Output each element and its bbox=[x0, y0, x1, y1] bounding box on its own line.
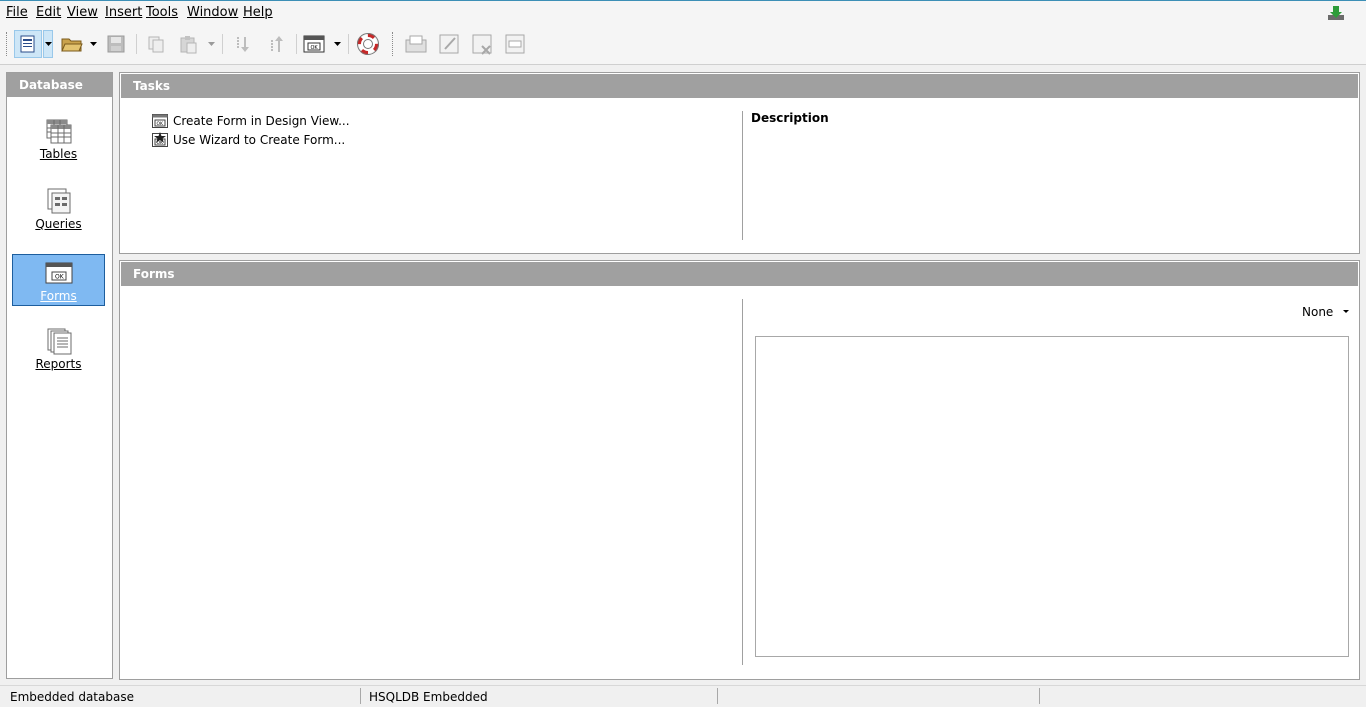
database-panel: Database Tables Queries OK Forms Reports bbox=[6, 72, 113, 679]
tasks-divider bbox=[742, 111, 743, 240]
toolbar-grip[interactable] bbox=[6, 32, 9, 56]
copy-icon bbox=[148, 36, 164, 53]
rename-object-button[interactable] bbox=[501, 30, 529, 58]
status-separator bbox=[1039, 688, 1040, 704]
tables-icon bbox=[46, 119, 71, 144]
forms-icon: OK bbox=[45, 262, 72, 284]
paste-button[interactable] bbox=[174, 30, 202, 58]
forms-panel: Forms None bbox=[119, 260, 1360, 680]
queries-icon bbox=[47, 188, 70, 214]
nav-label-tables: Tables bbox=[39, 147, 78, 161]
paste-icon bbox=[180, 36, 197, 54]
menu-help[interactable]: Help bbox=[243, 6, 273, 20]
sort-ascending-icon bbox=[237, 37, 249, 52]
delete-object-button[interactable] bbox=[468, 30, 496, 58]
delete-object-icon bbox=[472, 34, 492, 55]
forms-header: Forms bbox=[121, 262, 1358, 286]
menu-view-label: View bbox=[67, 5, 98, 20]
menu-insert-label: Insert bbox=[105, 5, 143, 20]
status-bar: Embedded database HSQLDB Embedded bbox=[0, 685, 1366, 707]
nav-item-forms[interactable]: OK Forms bbox=[12, 254, 105, 306]
nav-label-forms: Forms bbox=[40, 289, 77, 303]
forms-list[interactable] bbox=[130, 299, 730, 665]
svg-text:OK: OK bbox=[311, 45, 319, 51]
preview-mode-label: None bbox=[1302, 305, 1334, 319]
open-dropdown[interactable] bbox=[88, 30, 98, 58]
form-wizard-icon: OK bbox=[152, 132, 168, 147]
form-icon: OK bbox=[303, 35, 325, 53]
toolbar-grip[interactable] bbox=[392, 32, 395, 56]
new-document-button[interactable] bbox=[14, 30, 42, 58]
toolbar-separator bbox=[222, 34, 223, 54]
menu-bar: File Edit View Insert Tools Window Help bbox=[0, 1, 1366, 24]
form-design-icon: OK bbox=[152, 114, 168, 128]
task-use-wizard-label: Use Wizard to Create Form... bbox=[173, 133, 346, 147]
reports-icon bbox=[47, 328, 71, 355]
task-use-wizard[interactable]: OK Use Wizard to Create Form... bbox=[152, 131, 345, 149]
menu-help-label: Help bbox=[243, 5, 273, 20]
open-button[interactable] bbox=[58, 30, 86, 58]
dropdown-arrow-icon bbox=[333, 42, 341, 46]
new-document-icon bbox=[20, 35, 35, 53]
nav-item-queries[interactable]: Queries bbox=[12, 183, 105, 235]
save-button[interactable] bbox=[102, 30, 130, 58]
tasks-panel: Tasks OK Create Form in Design View... O… bbox=[119, 72, 1360, 254]
svg-text:OK: OK bbox=[55, 274, 65, 281]
sort-ascending-button[interactable] bbox=[228, 30, 256, 58]
open-object-icon bbox=[405, 35, 427, 53]
dropdown-arrow-icon bbox=[207, 42, 215, 46]
toolbar-separator bbox=[348, 34, 349, 54]
tasks-header: Tasks bbox=[121, 74, 1358, 98]
toolbar-separator bbox=[296, 34, 297, 54]
rename-object-icon bbox=[505, 34, 525, 54]
nav-label-queries: Queries bbox=[35, 217, 82, 231]
menu-window-label: Window bbox=[187, 5, 239, 20]
task-create-form-design-view-label: Create Form in Design View... bbox=[173, 114, 350, 128]
task-create-form-design-view[interactable]: OK Create Form in Design View... bbox=[152, 112, 350, 130]
menu-edit-label: Edit bbox=[36, 5, 62, 20]
menu-tools[interactable]: Tools bbox=[146, 6, 178, 20]
description-title: Description bbox=[751, 111, 829, 125]
help-button[interactable] bbox=[354, 30, 382, 58]
menu-window[interactable]: Window bbox=[187, 6, 238, 20]
save-icon bbox=[107, 35, 125, 53]
toolbar-separator bbox=[136, 34, 137, 54]
standard-toolbar: OK bbox=[0, 24, 1366, 65]
edit-object-button[interactable] bbox=[435, 30, 463, 58]
open-folder-icon bbox=[61, 38, 83, 52]
dropdown-arrow-icon bbox=[89, 42, 97, 46]
sort-descending-button[interactable] bbox=[262, 30, 290, 58]
preview-mode-dropdown[interactable]: None bbox=[1302, 305, 1353, 319]
svg-text:OK: OK bbox=[157, 121, 165, 127]
status-database-engine: HSQLDB Embedded bbox=[369, 690, 488, 704]
open-object-button[interactable] bbox=[402, 30, 430, 58]
preview-area bbox=[755, 336, 1349, 657]
menu-file[interactable]: File bbox=[6, 6, 28, 20]
status-database-type: Embedded database bbox=[10, 690, 134, 704]
menu-edit[interactable]: Edit bbox=[36, 6, 61, 20]
forms-divider bbox=[742, 299, 743, 665]
menu-tools-label: Tools bbox=[146, 5, 179, 20]
help-lifebuoy-icon bbox=[357, 33, 379, 55]
dropdown-arrow-icon bbox=[44, 42, 52, 46]
menu-view[interactable]: View bbox=[67, 6, 98, 20]
copy-button[interactable] bbox=[142, 30, 170, 58]
form-button[interactable]: OK bbox=[300, 30, 328, 58]
database-panel-header: Database bbox=[7, 73, 112, 97]
nav-item-reports[interactable]: Reports bbox=[12, 323, 105, 375]
new-document-dropdown[interactable] bbox=[43, 30, 53, 58]
menu-file-label: File bbox=[6, 5, 28, 20]
status-separator bbox=[717, 688, 718, 704]
nav-label-reports: Reports bbox=[35, 357, 82, 371]
nav-item-tables[interactable]: Tables bbox=[12, 113, 105, 165]
sort-descending-icon bbox=[271, 36, 283, 52]
chevron-down-icon bbox=[1343, 310, 1350, 313]
status-separator bbox=[360, 688, 361, 704]
paste-dropdown[interactable] bbox=[206, 30, 216, 58]
edit-object-icon bbox=[439, 34, 459, 54]
download-update-icon[interactable] bbox=[1327, 5, 1345, 21]
menu-insert[interactable]: Insert bbox=[105, 6, 142, 20]
form-dropdown[interactable] bbox=[332, 30, 342, 58]
